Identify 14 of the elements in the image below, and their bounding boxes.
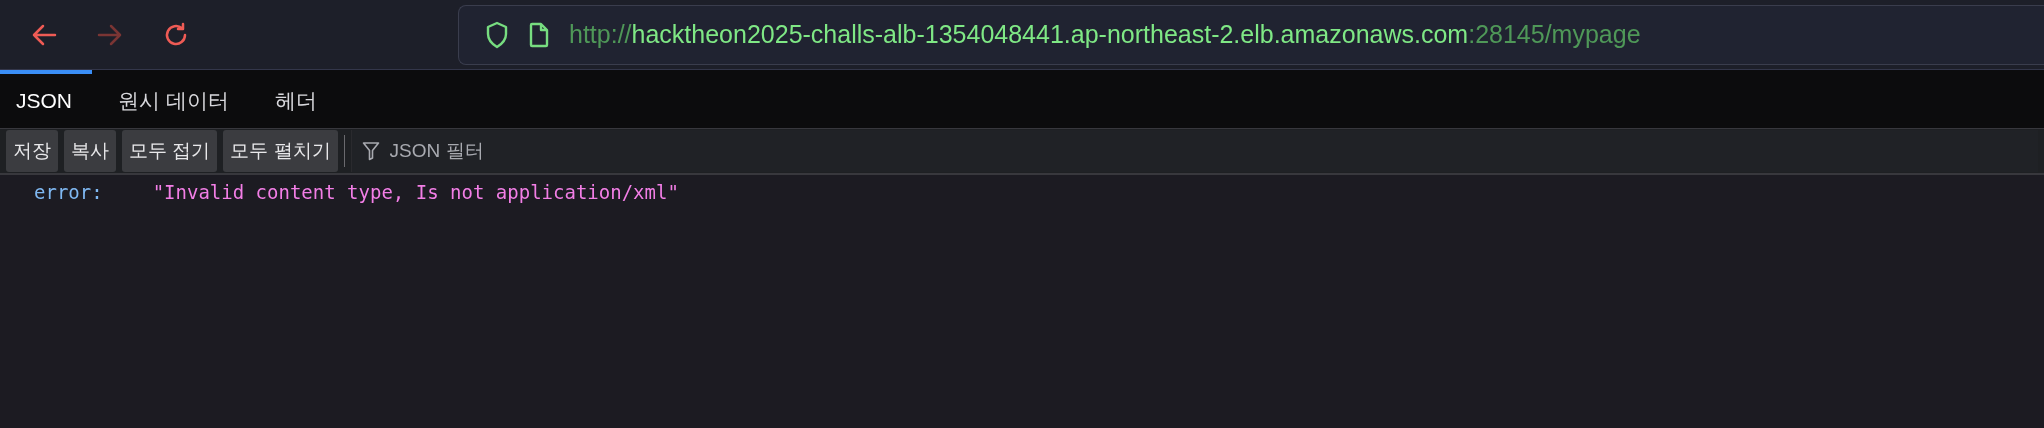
viewer-tab[interactable]: 원시 데이터 [102,70,249,128]
url-text: http://hacktheon2025-challs-alb-1354048441.ap-northeast-2.elb.amazonaws.com:28145/mypage [569,20,1641,49]
toolbar-button[interactable]: 모두 펼치기 [223,130,338,172]
toolbar-button[interactable]: 모두 접기 [122,130,218,172]
shield-icon[interactable] [485,20,509,49]
viewer-tab[interactable]: 헤더 [258,70,337,128]
address-bar[interactable]: http://hacktheon2025-challs-alb-1354048441.ap-northeast-2.elb.amazonaws.com:28145/mypage [458,4,2044,65]
json-value: "Invalid content type, Is not application/xml" [152,181,679,203]
page-icon[interactable] [529,21,549,48]
toolbar-button[interactable]: 복사 [64,130,116,172]
json-key: error: [34,181,103,203]
filter-input[interactable]: JSON 필터 [387,139,2038,163]
toolbar-button[interactable]: 저장 [6,130,58,172]
filter-icon [361,141,380,161]
